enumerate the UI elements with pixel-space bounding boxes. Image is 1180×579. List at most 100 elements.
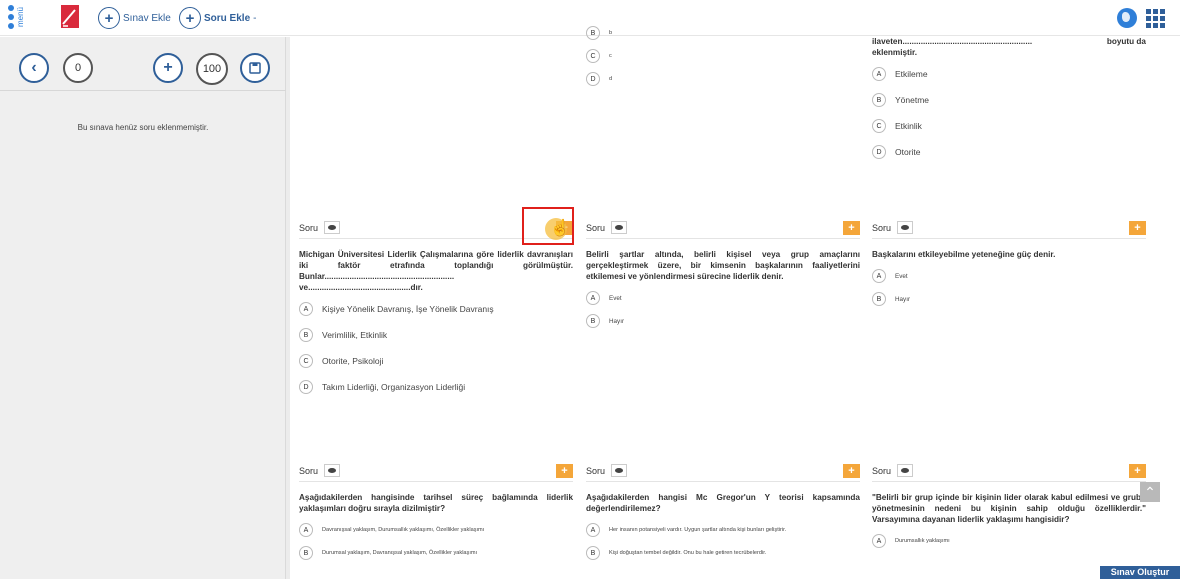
option-letter: A: [299, 302, 313, 316]
question-card-header: Soru +: [872, 217, 1146, 239]
option-letter: A: [586, 291, 600, 305]
question-card: Soru + Aşağıdakilerden hangisi Mc Gregor…: [586, 460, 860, 560]
option-row[interactable]: B Verimlilik, Etkinlik: [299, 328, 573, 342]
option-row[interactable]: C c: [586, 49, 860, 63]
question-text: ilaveten................................…: [872, 37, 1146, 46]
option-letter: D: [299, 380, 313, 394]
option-text: Evet: [895, 272, 908, 280]
question-text: Başkalarını etkileyebilme yeteneğine güç…: [872, 250, 1056, 259]
option-row[interactable]: A Etkileme: [872, 67, 1146, 81]
total-points: 100: [196, 53, 228, 85]
option-text: Otorite: [895, 147, 921, 157]
question-card: Soru + "Belirli bir grup içinde bir kişi…: [872, 460, 1146, 548]
option-row[interactable]: A Kişiye Yönelik Davranış, İşe Yönelik D…: [299, 302, 573, 316]
sidebar-controls: ‹ 0 + 100: [0, 37, 286, 91]
eye-icon[interactable]: [611, 464, 628, 477]
eye-icon[interactable]: [324, 221, 341, 234]
chevron-left-icon: ‹: [31, 59, 37, 76]
option-text: Etkinlik: [895, 121, 922, 131]
option-row[interactable]: A Her insanın potansiyeli vardır. Uygun …: [586, 523, 860, 537]
option-row[interactable]: D Takım Liderliği, Organizasyon Liderliğ…: [299, 380, 573, 394]
eye-icon[interactable]: [897, 221, 914, 234]
option-letter: B: [299, 546, 313, 560]
option-row[interactable]: B Hayır: [586, 314, 860, 328]
option-text: Davranışsal yaklaşım, Durumsallık yaklaş…: [322, 527, 485, 533]
globe-icon[interactable]: [1117, 8, 1137, 28]
option-row[interactable]: B Yönetme: [872, 93, 1146, 107]
option-text: Evet: [609, 294, 622, 302]
option-row[interactable]: B Durumsal yaklaşım, Davranışsal yaklaşı…: [299, 546, 573, 560]
plus-circle-icon: +: [98, 7, 120, 29]
add-question-to-exam-button[interactable]: +: [843, 464, 860, 478]
question-card: Soru + Aşağıdakilerden hangisinde tarihs…: [299, 460, 573, 560]
option-text: Etkileme: [895, 69, 928, 79]
question-label: Soru: [299, 465, 319, 476]
add-exam-label: Sınav Ekle: [123, 12, 171, 24]
add-question-to-exam-button[interactable]: +: [1129, 464, 1146, 478]
sidebar-scrollbar[interactable]: [286, 37, 290, 579]
scroll-to-top-button[interactable]: ⌃: [1140, 482, 1160, 502]
option-letter: B: [586, 314, 600, 328]
add-question-to-exam-button[interactable]: +: [1129, 221, 1146, 235]
option-text: d: [609, 76, 613, 82]
option-row[interactable]: D d: [586, 72, 860, 86]
option-letter: A: [872, 269, 886, 283]
question-label: Soru: [586, 465, 606, 476]
option-letter: A: [586, 523, 600, 537]
menu-dot-icon: [8, 23, 14, 29]
add-question-sidebar-button[interactable]: +: [153, 53, 183, 83]
question-card-header: Soru +: [299, 460, 573, 482]
add-question-to-exam-button[interactable]: +: [556, 464, 573, 478]
option-row[interactable]: C Etkinlik: [872, 119, 1146, 133]
option-letter: C: [872, 119, 886, 133]
eye-icon[interactable]: [611, 221, 628, 234]
exam-sidebar: ‹ 0 + 100 Bu sınava henüz soru eklenmemi…: [0, 37, 286, 579]
menu-dot-icon: [8, 14, 14, 20]
option-letter: C: [586, 49, 600, 63]
option-row[interactable]: A Davranışsal yaklaşım, Durumsallık yakl…: [299, 523, 573, 537]
question-text: Aşağıdakilerden hangisinde tarihsel süre…: [299, 493, 573, 513]
menu-toggle[interactable]: menü: [6, 3, 28, 31]
question-label: Soru: [872, 222, 892, 233]
option-text: Yönetme: [895, 95, 930, 105]
save-button[interactable]: [240, 53, 270, 83]
add-question-button[interactable]: + Soru Ekle -: [179, 7, 256, 29]
option-row[interactable]: A Evet: [586, 291, 860, 305]
option-text: b: [609, 30, 613, 36]
create-exam-button[interactable]: Sınav Oluştur: [1100, 566, 1180, 579]
option-row[interactable]: A Evet: [872, 269, 1146, 283]
option-text: Kişiye Yönelik Davranış, İşe Yönelik Dav…: [322, 304, 494, 314]
option-letter: B: [872, 292, 886, 306]
menu-label: menü: [16, 6, 25, 27]
option-letter: B: [586, 546, 600, 560]
add-question-label: Soru Ekle: [204, 12, 251, 24]
question-label: Soru: [586, 222, 606, 233]
brand-logo: [60, 4, 82, 30]
option-letter: A: [872, 534, 886, 548]
question-text: Michigan Üniversitesi Liderlik Çalışmala…: [299, 250, 573, 292]
previous-button[interactable]: ‹: [19, 53, 49, 83]
eye-icon[interactable]: [897, 464, 914, 477]
total-points-value: 100: [202, 63, 222, 75]
question-count: 0: [63, 53, 93, 83]
option-text: c: [609, 53, 612, 59]
option-text: Her insanın potansiyeli vardır. Uygun şa…: [609, 527, 787, 533]
option-text: Kişi doğuştan tembel değildir. Onu bu ha…: [609, 550, 767, 556]
option-letter: D: [586, 72, 600, 86]
empty-exam-message: Bu sınava henüz soru eklenmemiştir.: [77, 123, 209, 132]
option-text: Hayır: [609, 317, 625, 325]
question-card: B b C c D d: [586, 26, 860, 86]
option-row[interactable]: B Kişi doğuştan tembel değildir. Onu bu …: [586, 546, 860, 560]
add-question-to-exam-button[interactable]: +: [843, 221, 860, 235]
option-row[interactable]: C Otorite, Psikoloji: [299, 354, 573, 368]
option-row[interactable]: D Otorite: [872, 145, 1146, 159]
question-text: Aşağıdakilerden hangisi Mc Gregor'un Y t…: [586, 493, 860, 513]
option-text: Takım Liderliği, Organizasyon Liderliği: [322, 382, 466, 392]
apps-grid-icon[interactable]: [1146, 8, 1166, 28]
eye-icon[interactable]: [324, 464, 341, 477]
option-row[interactable]: B Hayır: [872, 292, 1146, 306]
add-exam-button[interactable]: + Sınav Ekle: [98, 7, 171, 29]
option-text: Verimlilik, Etkinlik: [322, 330, 388, 340]
option-row[interactable]: B b: [586, 26, 860, 40]
option-row[interactable]: A Durumsallık yaklaşımı: [872, 534, 1146, 548]
